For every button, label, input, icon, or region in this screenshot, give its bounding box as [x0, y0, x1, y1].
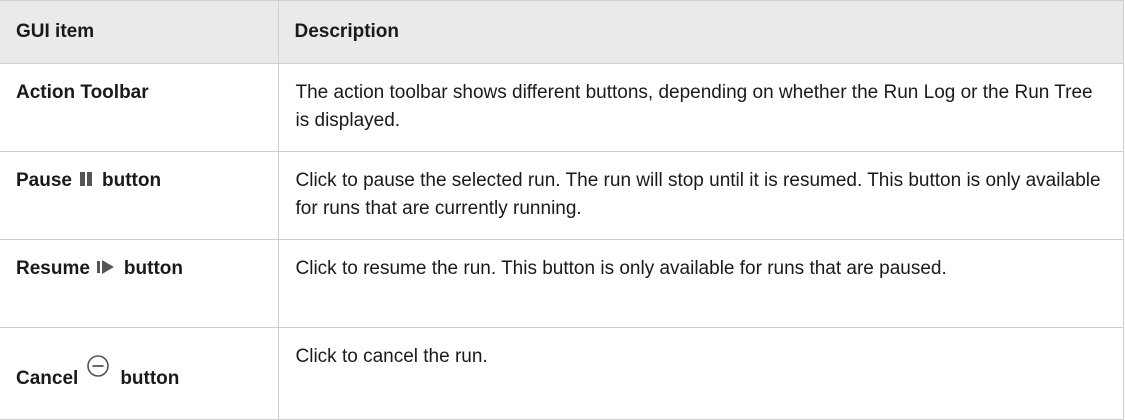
gui-item-cell: Cancel button [0, 327, 279, 420]
table-row: Action Toolbar The action toolbar shows … [0, 63, 1124, 152]
header-gui-item: GUI item [0, 0, 279, 64]
gui-item-suffix: button [123, 258, 183, 279]
description-cell: The action toolbar shows different butto… [277, 63, 1124, 152]
gui-item-label: Resume [16, 258, 90, 279]
table-header-row: GUI item Description [0, 0, 1124, 64]
table-row: Pause button Click to pause the selected … [0, 151, 1124, 240]
resume-icon [96, 259, 116, 274]
gui-item-suffix: button [101, 170, 162, 191]
gui-items-table: GUI item Description Action Toolbar The … [0, 0, 1124, 420]
gui-item-label: Action Toolbar [16, 82, 149, 103]
table-row: Cancel button Click to cancel the run. [0, 327, 1124, 420]
description-cell: Click to cancel the run. [277, 327, 1124, 420]
description-cell: Click to pause the selected run. The run… [277, 151, 1124, 240]
description-cell: Click to resume the run. This button is … [277, 239, 1124, 328]
header-description: Description [277, 0, 1124, 64]
table-row: Resume button Click to resume the run. Th… [0, 239, 1124, 328]
pause-icon [78, 171, 94, 186]
gui-item-cell: Resume button [0, 239, 279, 328]
gui-item-cell: Action Toolbar [0, 63, 279, 152]
gui-item-label: Cancel [16, 368, 79, 389]
gui-item-suffix: button [120, 368, 180, 389]
gui-item-label: Pause [16, 170, 72, 191]
gui-item-cell: Pause button [0, 151, 279, 240]
cancel-icon [86, 354, 110, 378]
